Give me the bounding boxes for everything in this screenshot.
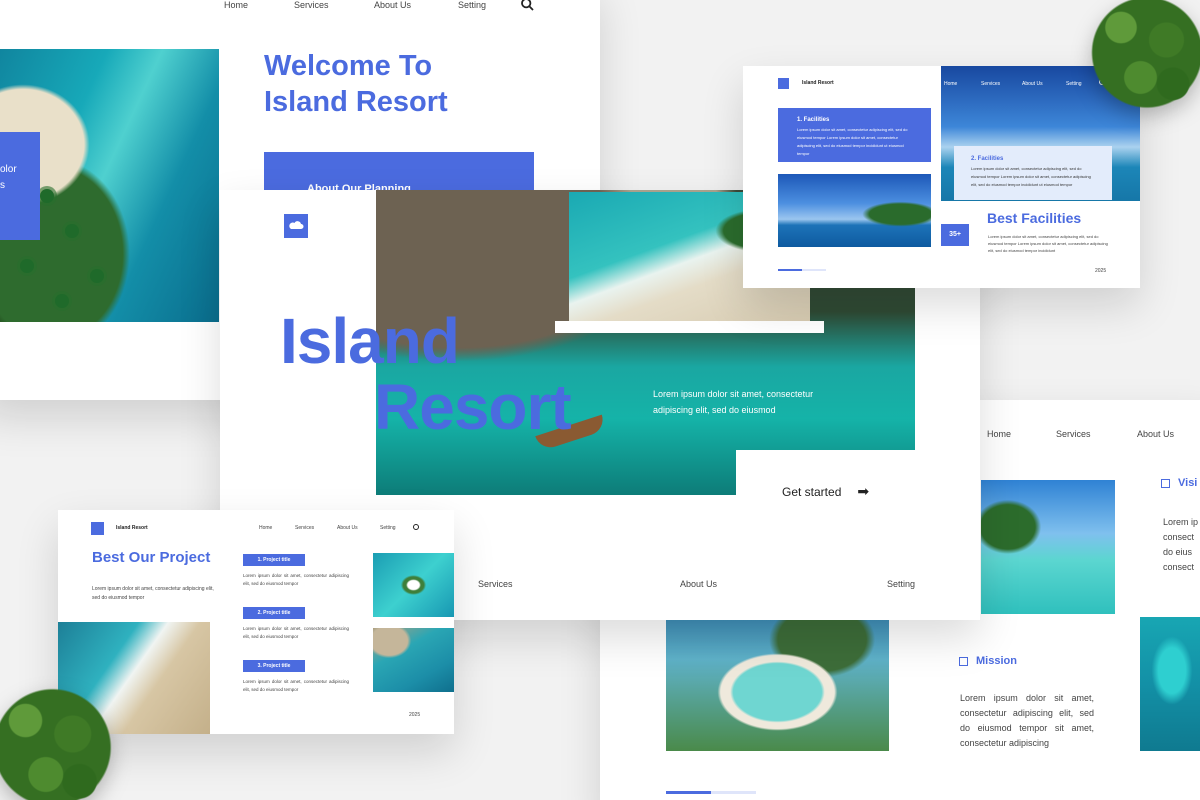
arrow-right-icon: ➡: [857, 483, 870, 499]
intro-box-text-2: s: [0, 180, 5, 191]
year-label: 2025: [1095, 268, 1107, 274]
vision-heading: Visi: [1161, 477, 1197, 489]
project-title-text: 1. Project title: [257, 557, 291, 563]
get-started-label: Get started: [782, 484, 842, 499]
nav-setting[interactable]: Setting: [458, 0, 486, 10]
checkbox-icon: [959, 656, 968, 666]
hero-title-line1: Island: [280, 305, 460, 377]
progress-bar: [778, 269, 826, 271]
lagoon-photo: [666, 620, 889, 751]
nav-about[interactable]: About Us: [374, 0, 411, 10]
nav-about[interactable]: About Us: [337, 525, 358, 531]
hero-title: Island Resort: [280, 305, 572, 443]
nav-home[interactable]: Home: [944, 81, 957, 87]
nav-setting[interactable]: Setting: [380, 525, 396, 531]
project-heading: Best Our Project: [92, 549, 211, 566]
palm-sky-photo: [778, 174, 931, 247]
progress-bar: [666, 791, 756, 794]
nav-services[interactable]: Services: [478, 579, 513, 589]
vision-text-line: consect: [1163, 532, 1195, 542]
year-label: 2025: [409, 712, 421, 718]
nav-home[interactable]: Home: [987, 429, 1011, 439]
facility-1-text: Lorem ipsum dolor sit amet, consectetur …: [797, 127, 908, 156]
project-title-2: 2. Project title: [243, 607, 305, 619]
cloud-logo: [91, 522, 104, 535]
vision-text: Lorem ip consect do eius consect: [1163, 515, 1198, 575]
search-icon[interactable]: [413, 524, 419, 530]
intro-box-text: olor: [0, 164, 17, 175]
vision-text-line: do eius: [1163, 547, 1193, 557]
brand-name: Island Resort: [802, 80, 834, 86]
facility-card-1: 1. Facilities Lorem ipsum dolor sit amet…: [778, 108, 931, 162]
nav-setting[interactable]: Setting: [887, 579, 915, 589]
mission-heading: Mission: [959, 655, 1017, 667]
mission-text: Lorem ipsum dolor sit amet, consectetur …: [960, 693, 1094, 748]
project-title-text: 2. Project title: [257, 610, 291, 616]
welcome-title: Welcome To Island Resort: [264, 48, 448, 120]
slide-facilities: Island Resort Home Services About Us Set…: [743, 66, 1140, 288]
ocean-photo: [1140, 617, 1200, 751]
nav-home[interactable]: Home: [259, 525, 272, 531]
welcome-title-line2: Island Resort: [264, 86, 448, 118]
nav-services[interactable]: Services: [294, 0, 329, 10]
vision-text-line: consect: [1163, 562, 1195, 572]
project-intro: Lorem ipsum dolor sit amet, consectetur …: [92, 586, 214, 601]
welcome-title-line1: Welcome To: [264, 50, 433, 82]
count-badge: 35+: [941, 224, 969, 246]
nav-about[interactable]: About Us: [1137, 429, 1174, 439]
project-text: Lorem ipsum dolor sit amet, consectetur …: [243, 626, 349, 639]
facility-card-2: 2. Facilities Lorem ipsum dolor sit amet…: [954, 146, 1112, 200]
slide-project: Island Resort Home Services About Us Set…: [58, 510, 454, 734]
water-villa-photo: [981, 480, 1115, 614]
island-photo: [373, 553, 454, 617]
get-started-button[interactable]: Get started ➡: [782, 483, 869, 500]
mission-title: Mission: [976, 655, 1017, 667]
nav-about[interactable]: About Us: [680, 579, 717, 589]
nav-setting[interactable]: Setting: [1066, 81, 1082, 87]
hero-paragraph: Lorem ipsum dolor sit amet, consectetur …: [653, 389, 814, 415]
vision-text-line: Lorem ip: [1163, 517, 1199, 527]
nav-about[interactable]: About Us: [1022, 81, 1043, 87]
nav-services[interactable]: Services: [981, 81, 1000, 87]
cloud-icon: [289, 221, 304, 229]
checkbox-icon: [1161, 478, 1170, 488]
intro-box: olor s: [0, 132, 40, 240]
project-title-1: 1. Project title: [243, 554, 305, 566]
nav-services[interactable]: Services: [295, 525, 314, 531]
coast-photo: [373, 628, 454, 692]
hero-title-line2: Resort: [374, 371, 572, 443]
count-badge-value: 35+: [949, 231, 961, 238]
photo-frame: [555, 321, 824, 333]
vision-title: Visi: [1178, 477, 1198, 489]
facility-1-title: 1. Facilities: [797, 117, 830, 123]
project-title-text: 3. Project title: [257, 663, 291, 669]
facility-2-title: 2. Facilities: [971, 156, 1004, 162]
nav-home[interactable]: Home: [224, 0, 248, 10]
brand-name: Island Resort: [116, 525, 148, 531]
project-text: Lorem ipsum dolor sit amet, consectetur …: [243, 573, 349, 586]
search-icon[interactable]: [521, 0, 534, 11]
facility-2-text: Lorem ipsum dolor sit amet, consectetur …: [971, 166, 1091, 187]
count-badge-text: Lorem ipsum dolor sit amet, consectetur …: [988, 234, 1108, 253]
project-text: Lorem ipsum dolor sit amet, consectetur …: [243, 679, 349, 692]
nav-services[interactable]: Services: [1056, 429, 1091, 439]
project-title-3: 3. Project title: [243, 660, 305, 672]
cloud-logo: [778, 78, 789, 89]
cloud-logo: [284, 214, 308, 238]
facilities-heading: Best Facilities: [987, 210, 1082, 226]
